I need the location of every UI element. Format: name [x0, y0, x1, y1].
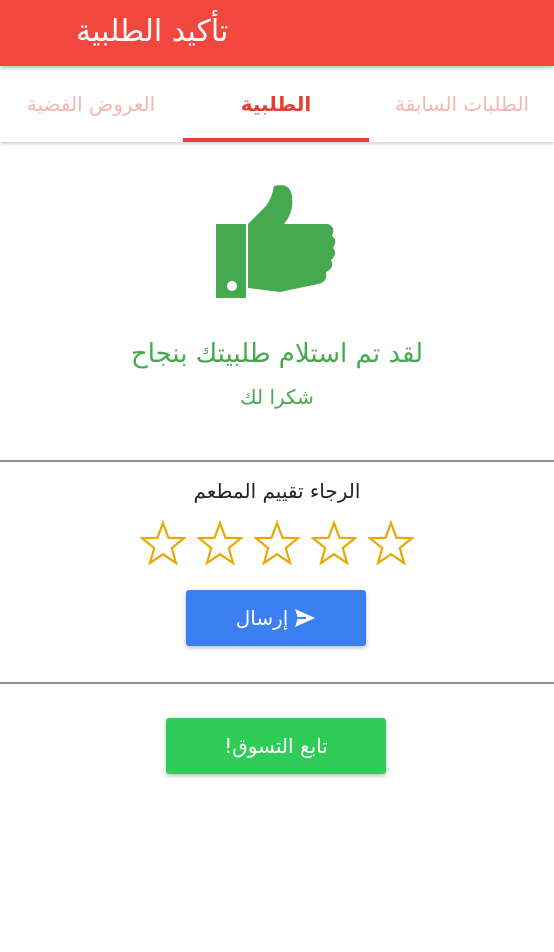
active-tab-indicator: [183, 138, 369, 142]
divider: [0, 682, 554, 684]
send-button-label: إرسال: [235, 606, 289, 630]
star-icon[interactable]: [197, 520, 243, 566]
app-bar: تأكيد الطلبية: [0, 0, 554, 66]
tab-previous-orders[interactable]: الطلبات السابقة: [370, 66, 554, 142]
star-icon[interactable]: [368, 520, 414, 566]
success-message: لقد تم استلام طلبيتك بنجاح: [130, 339, 424, 369]
star-rating: [140, 518, 414, 568]
tab-order[interactable]: الطلبية: [184, 66, 368, 142]
tab-silver-offers[interactable]: العروض الفضية: [0, 66, 182, 142]
rating-label: الرجاء تقييم المطعم: [193, 479, 361, 503]
star-icon[interactable]: [254, 520, 300, 566]
page-title: تأكيد الطلبية: [76, 14, 229, 49]
tab-bar: العروض الفضية الطلبية الطلبات السابقة: [0, 66, 554, 142]
star-icon[interactable]: [140, 520, 186, 566]
continue-shopping-button[interactable]: تابع التسوق!: [166, 718, 386, 774]
thumbs-up-icon: [216, 185, 336, 298]
send-rating-button[interactable]: إرسال: [186, 590, 366, 646]
thank-you-message: شكرا لك: [240, 385, 314, 409]
star-icon[interactable]: [311, 520, 357, 566]
send-icon: [295, 609, 316, 627]
divider: [0, 460, 554, 462]
